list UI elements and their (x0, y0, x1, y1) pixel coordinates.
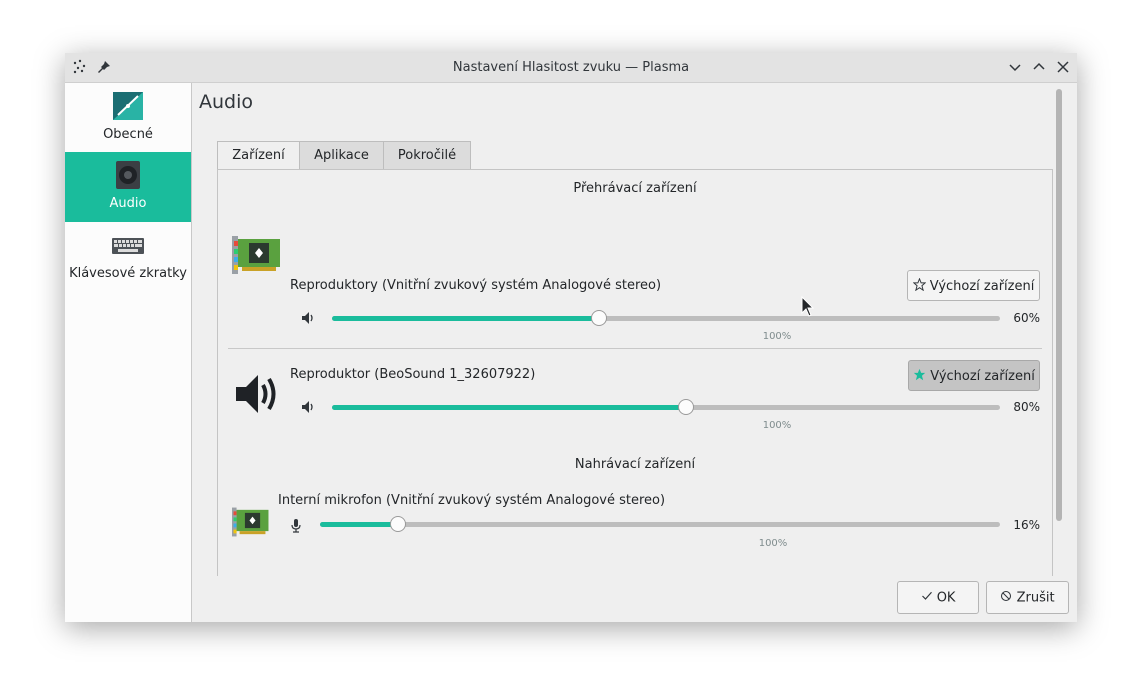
sound-card-icon (232, 507, 269, 537)
set-default-label: Výchozí zařízení (929, 279, 1035, 294)
page-title: Audio (199, 91, 254, 113)
hundred-percent-mark: 100% (762, 420, 792, 431)
window-title: Nastavení Hlasitost zvuku — Plasma (452, 60, 690, 75)
speaker-icon (236, 375, 276, 413)
tab-advanced[interactable]: Pokročilé (383, 141, 471, 169)
volume-slider[interactable] (332, 399, 1000, 415)
slider-track (320, 522, 1000, 527)
slider-handle[interactable] (678, 399, 695, 415)
volume-icon[interactable] (300, 310, 316, 326)
general-settings-icon (113, 92, 143, 120)
cancel-label: Zrušit (1016, 590, 1055, 606)
hundred-percent-mark: 100% (762, 331, 792, 342)
slider-fill (320, 522, 399, 527)
slider-fill (332, 405, 687, 410)
cancel-icon (1000, 590, 1012, 606)
device-name: Interní mikrofon (Vnitřní zvukový systém… (278, 493, 666, 508)
device-name: Reproduktory (Vnitřní zvukový systém Ana… (290, 278, 662, 293)
devices-panel: Přehrávací zařízení Reproduktory (Vnitřn… (217, 169, 1053, 576)
sidebar-item-label: Audio (109, 196, 147, 211)
star-outline-icon (912, 277, 927, 295)
device-separator (228, 348, 1042, 349)
mouse-cursor-icon (801, 296, 815, 317)
sound-card-icon (232, 236, 280, 274)
slider-fill (332, 316, 600, 321)
scrollbar[interactable] (1056, 89, 1062, 521)
volume-icon[interactable] (300, 399, 316, 415)
speaker-device-icon (116, 161, 140, 189)
checkmark-icon (921, 590, 933, 606)
sidebar: Obecné Audio Klávesové zkratky (65, 83, 192, 622)
volume-percent: 16% (1013, 518, 1040, 532)
minimize-icon[interactable] (1007, 59, 1023, 75)
playback-section-header: Přehrávací zařízení (573, 181, 697, 196)
scrollbar-thumb[interactable] (1056, 89, 1062, 521)
slider-handle[interactable] (390, 516, 407, 532)
default-device-button[interactable]: Výchozí zařízení (908, 360, 1040, 391)
recording-section-header: Nahrávací zařízení (574, 457, 696, 472)
star-filled-icon (913, 368, 926, 385)
sidebar-item-label: Klávesové zkratky (69, 266, 187, 281)
device-name: Reproduktor (BeoSound 1_32607922) (290, 367, 536, 382)
keyboard-icon (112, 238, 144, 254)
hundred-percent-mark: 100% (758, 538, 788, 549)
slider-handle[interactable] (591, 310, 608, 326)
set-default-button[interactable]: Výchozí zařízení (907, 270, 1040, 301)
tab-devices[interactable]: Zařízení (217, 141, 300, 170)
sidebar-item-label: Obecné (103, 127, 153, 142)
default-device-label: Výchozí zařízení (930, 369, 1035, 384)
settings-window: Nastavení Hlasitost zvuku — Plasma Obecn… (65, 53, 1077, 622)
mic-volume-slider[interactable] (320, 516, 1000, 532)
cancel-button[interactable]: Zrušit (986, 581, 1069, 614)
volume-slider[interactable] (332, 310, 1000, 326)
sidebar-item-shortcuts[interactable]: Klávesové zkratky (65, 222, 191, 292)
volume-percent: 80% (1013, 400, 1040, 414)
maximize-icon[interactable] (1031, 59, 1047, 75)
ok-button[interactable]: OK (897, 581, 979, 614)
close-icon[interactable] (1055, 59, 1071, 75)
title-bar[interactable]: Nastavení Hlasitost zvuku — Plasma (65, 53, 1077, 83)
microphone-icon[interactable] (288, 517, 304, 533)
tab-applications[interactable]: Aplikace (299, 141, 384, 169)
ok-label: OK (936, 590, 956, 606)
sidebar-item-audio[interactable]: Audio (65, 152, 191, 222)
sidebar-item-general[interactable]: Obecné (65, 83, 191, 153)
volume-percent: 60% (1013, 311, 1040, 325)
